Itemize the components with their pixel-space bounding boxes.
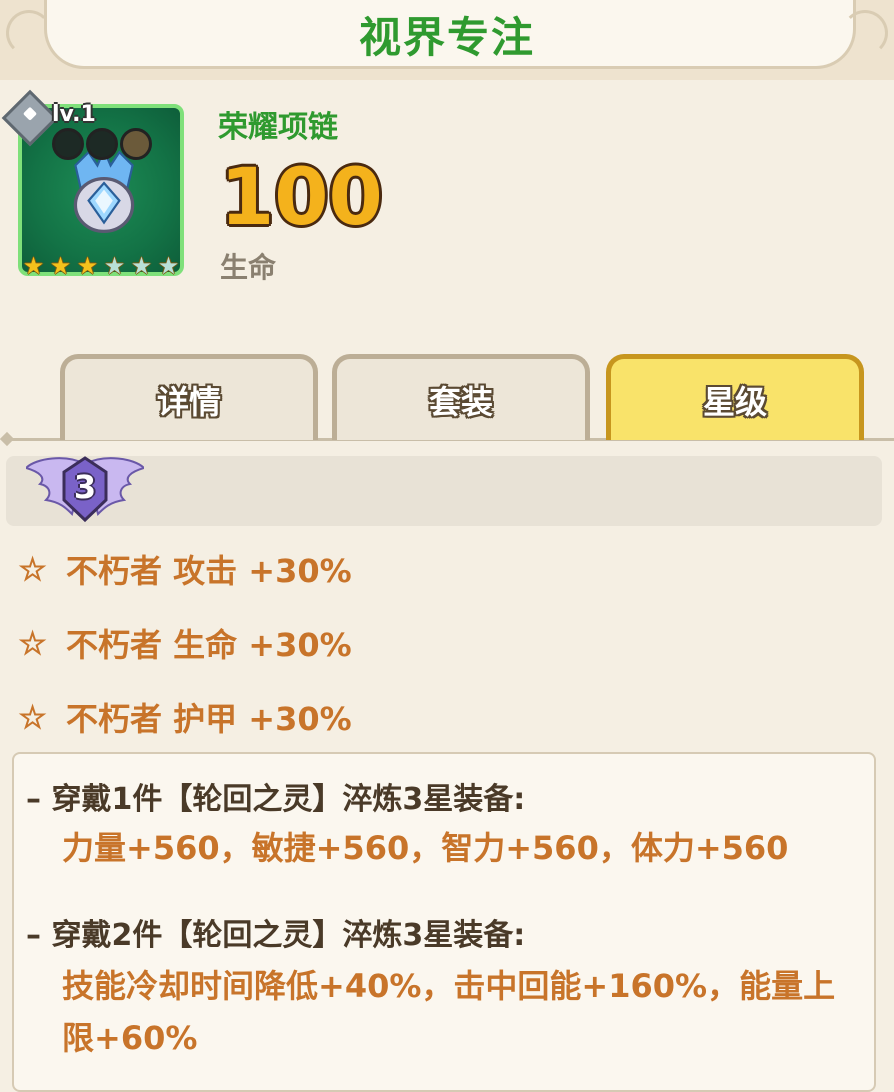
bonus-text: 不朽者 生命 +30% [66, 626, 352, 664]
bonus-row: ★ 不朽者 生命 +30% [19, 620, 352, 666]
bonus-row: ★ 不朽者 护甲 +30% [19, 694, 352, 740]
bonus-text: 不朽者 护甲 +30% [66, 700, 352, 738]
tab-star-level[interactable]: 星级 [606, 354, 864, 440]
tab-label: 详情 [156, 382, 221, 421]
set-bonus-title: – 穿戴2件【轮回之灵】淬炼3星装备: [26, 918, 526, 953]
star-filled-icon: ★ [22, 252, 45, 280]
item-stat-value: 100 [220, 153, 383, 243]
star-empty-icon: ★ [130, 252, 153, 280]
bonus-row: ★ 不朽者 攻击 +30% [19, 546, 352, 592]
tab-label: 星级 [702, 382, 767, 421]
tab-set[interactable]: 套装 [332, 354, 590, 440]
tab-label: 套装 [428, 382, 493, 421]
necklace-icon [73, 150, 135, 234]
star-outline-icon: ★ [19, 552, 46, 587]
set-bonus-desc: 力量+560，敏捷+560，智力+560，体力+560 [62, 829, 789, 867]
star-empty-icon: ★ [103, 252, 126, 280]
star-outline-icon: ★ [19, 700, 46, 735]
item-level: lv.1 [52, 102, 96, 127]
item-name: 荣耀项链 [218, 110, 338, 145]
gem-socket-icon [86, 128, 118, 160]
item-star-rating: ★ ★ ★ ★ ★ ★ [20, 254, 184, 278]
set-bonus-desc: 技能冷却时间降低+40%，击中回能+160%，能量上限+60% [62, 967, 836, 1057]
set-bonus-title: – 穿戴1件【轮回之灵】淬炼3星装备: [26, 782, 526, 817]
tab-details[interactable]: 详情 [60, 354, 318, 440]
page-title: 视界专注 [358, 13, 535, 62]
item-stat-label: 生命 [220, 251, 277, 284]
star-filled-icon: ★ [76, 252, 99, 280]
gem-socket-icon [52, 128, 84, 160]
bonus-text: 不朽者 攻击 +30% [66, 552, 352, 590]
star-filled-icon: ★ [49, 252, 72, 280]
star-empty-icon: ★ [157, 252, 180, 280]
star-outline-icon: ★ [19, 626, 46, 661]
locked-socket-icon [120, 128, 152, 160]
star-level-number: 3 [73, 468, 97, 506]
